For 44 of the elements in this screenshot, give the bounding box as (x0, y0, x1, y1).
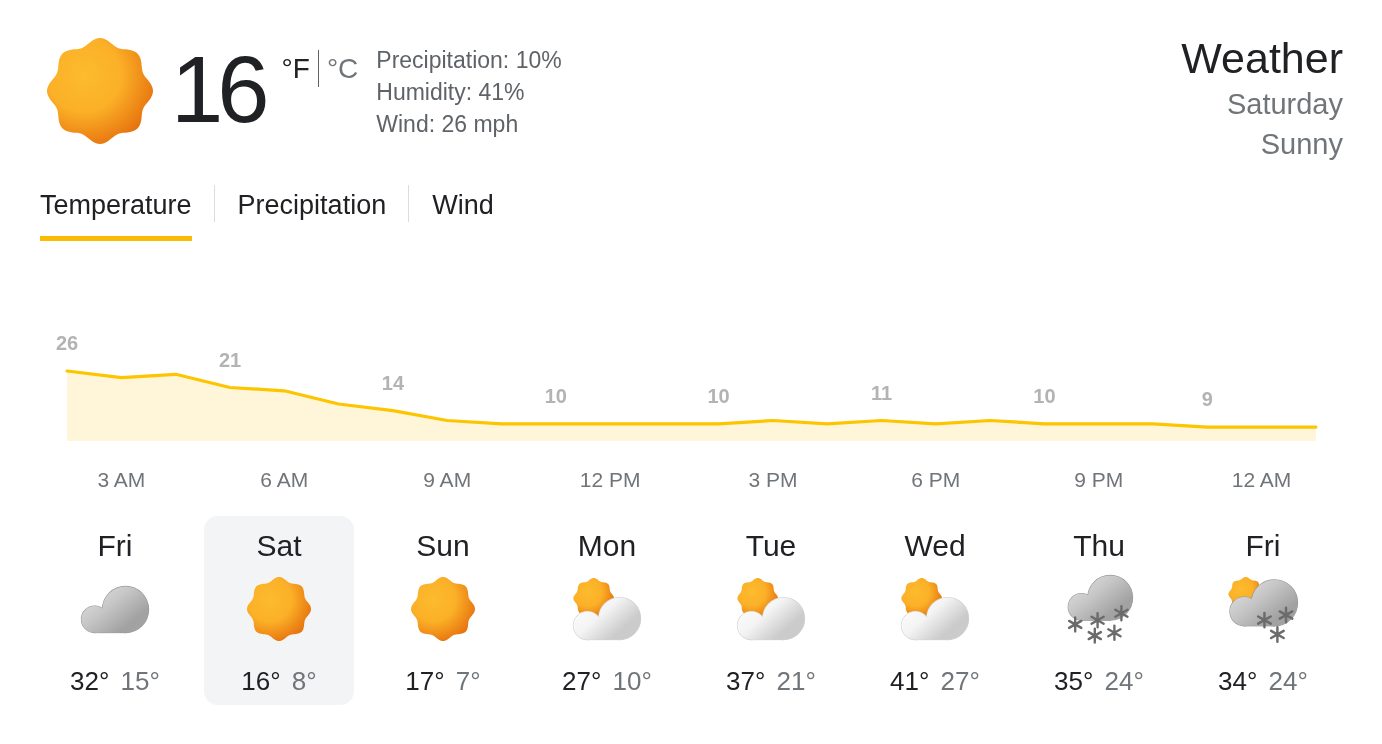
value-label: 9 (1201, 388, 1213, 411)
value-label: 14 (381, 371, 404, 394)
sun-cloud-snow-icon (1227, 574, 1299, 644)
widget-title: Weather (1181, 34, 1343, 82)
forecast-day[interactable]: Mon 27° 10° (532, 516, 682, 705)
forecast-day[interactable]: Wed 41° 27° (860, 516, 1010, 705)
condition-label: Sunny (1260, 127, 1343, 162)
axis-label: 6 AM (260, 468, 309, 491)
sun-icon (47, 38, 153, 144)
weather-detail: Precipitation: 10% (376, 46, 562, 75)
forecast-day[interactable]: Fri 32° 15° (40, 516, 190, 705)
tab[interactable]: Wind (432, 170, 494, 241)
sun-behind-cloud-icon (572, 577, 642, 641)
axis-label: 12 AM (1231, 468, 1292, 491)
value-label: 10 (1033, 384, 1056, 407)
value-label: 11 (870, 381, 893, 404)
sun-behind-cloud-icon (900, 577, 970, 641)
weather-detail: Wind: 26 mph (376, 110, 520, 139)
forecast-day[interactable]: Tue 37° 21° (696, 516, 846, 705)
tab[interactable]: Precipitation (237, 170, 387, 241)
axis-label: 12 PM (579, 468, 641, 491)
value-label: 10 (707, 384, 730, 407)
forecast-day[interactable]: Sat 16° 8° (204, 516, 354, 705)
tab[interactable]: Temperature (40, 170, 192, 241)
forecast-day[interactable]: Thu 35° 24° (1024, 516, 1174, 705)
axis-label: 3 PM (748, 468, 798, 491)
axis-label: 9 PM (1074, 468, 1124, 491)
day-label: Saturday (1226, 87, 1343, 122)
value-label: 26 (56, 332, 79, 354)
current-temperature: 16 (171, 43, 264, 137)
value-label: 21 (218, 348, 242, 371)
cloud-icon (80, 584, 150, 634)
weather-detail: Humidity: 41% (376, 78, 526, 107)
sun-behind-cloud-icon (736, 577, 806, 641)
sun-icon (247, 577, 311, 641)
forecast-day[interactable]: Sun 17° 7° (368, 516, 518, 705)
unit-toggle[interactable]: °C (326, 52, 359, 85)
axis-label: 9 AM (423, 468, 472, 491)
value-label: 10 (544, 384, 567, 407)
unit-toggle[interactable]: °F (281, 52, 310, 85)
sun-icon (411, 577, 475, 641)
axis-label: 6 PM (911, 468, 961, 491)
forecast-day[interactable]: Fri 34° 24° (1188, 516, 1338, 705)
axis-label: 3 AM (97, 468, 146, 491)
